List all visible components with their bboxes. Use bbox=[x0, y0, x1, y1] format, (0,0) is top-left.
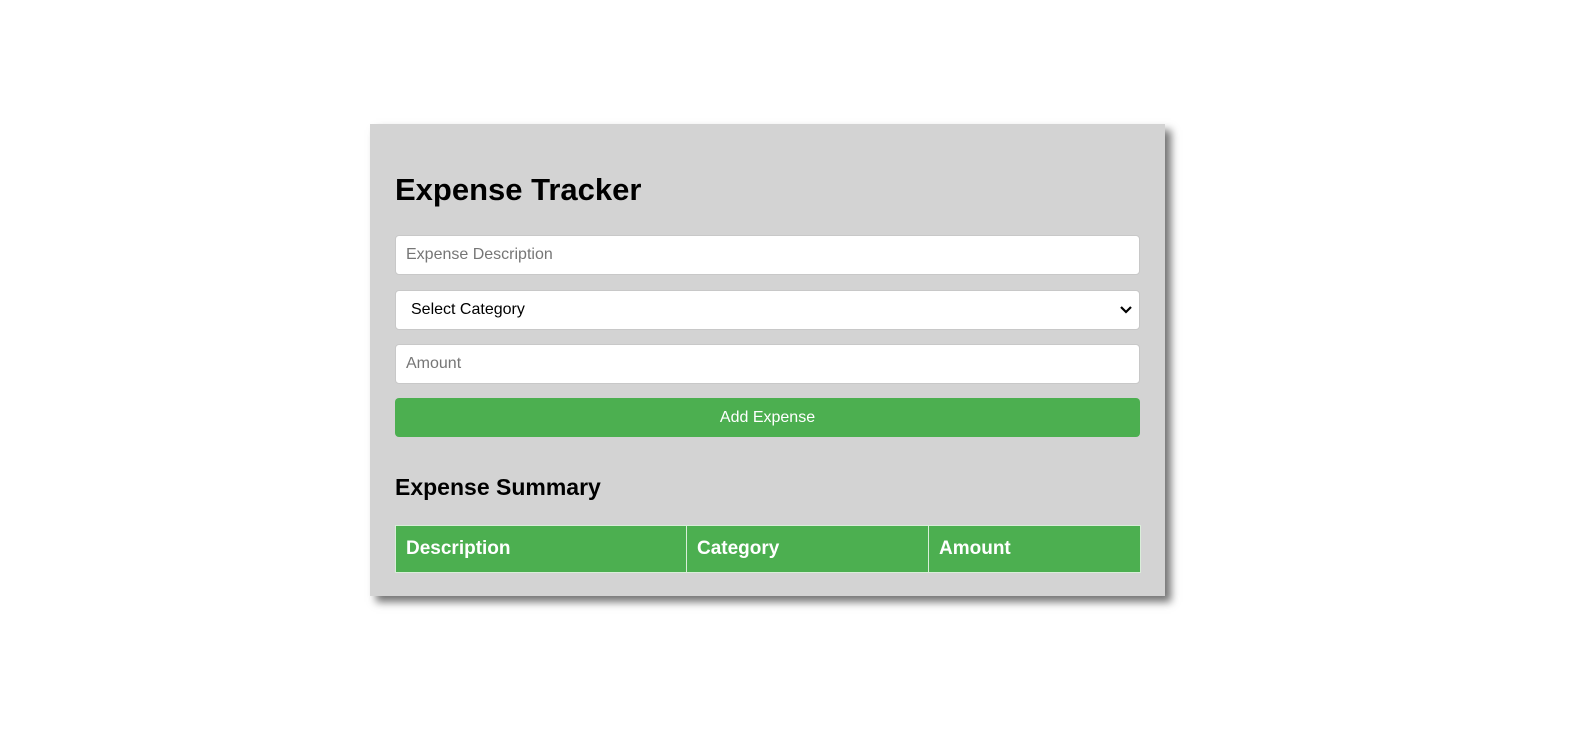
category-selected-value: Select Category bbox=[411, 301, 525, 318]
column-header-amount: Amount bbox=[928, 525, 1141, 573]
page-title: Expense Tracker bbox=[395, 172, 642, 207]
expense-tracker-card: Expense Tracker Select Category Add Expe… bbox=[370, 124, 1165, 596]
expense-description-input[interactable] bbox=[395, 235, 1140, 275]
table-header-row: Description Category Amount bbox=[395, 525, 1141, 573]
column-header-description: Description bbox=[395, 525, 687, 573]
add-expense-button[interactable]: Add Expense bbox=[395, 398, 1140, 437]
chevron-down-icon bbox=[1120, 306, 1132, 314]
amount-input[interactable] bbox=[395, 344, 1140, 384]
expense-summary-table: Description Category Amount bbox=[395, 525, 1141, 573]
summary-title: Expense Summary bbox=[395, 474, 601, 500]
column-header-category: Category bbox=[686, 525, 929, 573]
category-select[interactable]: Select Category bbox=[395, 290, 1140, 330]
